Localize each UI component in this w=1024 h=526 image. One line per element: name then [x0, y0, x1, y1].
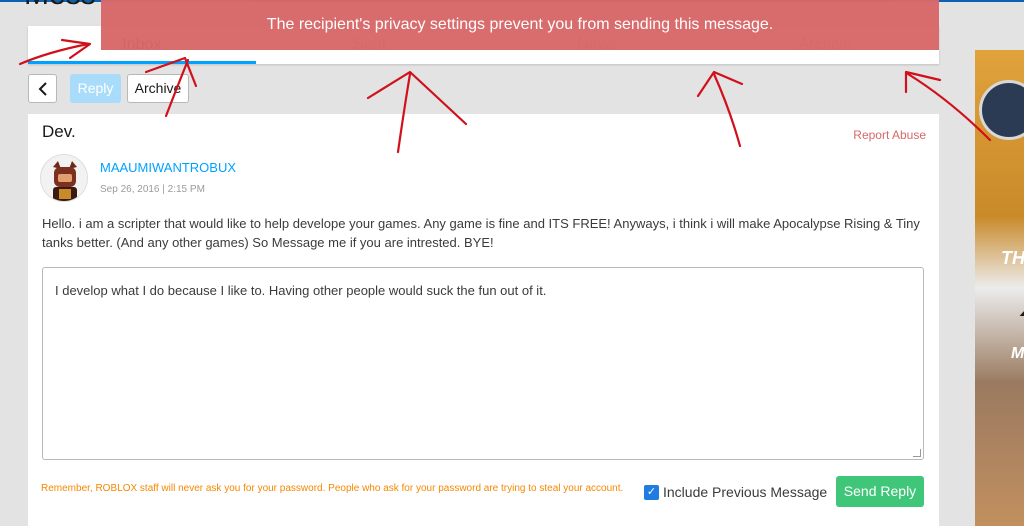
ad-text-1: TH [1001, 248, 1024, 268]
avatar-figure-icon [41, 155, 87, 201]
message-date: Sep 26, 2016 | 2:15 PM [100, 184, 205, 195]
reply-text: I develop what I do because I like to. H… [55, 283, 547, 298]
message-card: Dev. Report Abuse MAAUMIWANTROBUX Sep 26… [28, 114, 939, 526]
message-body: Hello. i am a scripter that would like t… [42, 216, 920, 250]
avatar[interactable] [40, 154, 88, 202]
privacy-error-banner: The recipient's privacy settings prevent… [101, 0, 939, 50]
back-button[interactable] [28, 74, 57, 103]
resize-handle[interactable] [913, 449, 921, 457]
include-previous-checkbox[interactable]: ✓ [644, 484, 659, 500]
include-previous-option[interactable]: ✓ Include Previous Message [644, 484, 827, 500]
report-abuse-link[interactable]: Report Abuse [853, 128, 926, 142]
page-title: Mess [24, 0, 96, 12]
ad-goggles-graphic [979, 80, 1024, 140]
message-subject: Dev. [42, 122, 76, 141]
include-previous-label: Include Previous Message [663, 484, 828, 500]
reply-textarea[interactable]: I develop what I do because I like to. H… [42, 267, 924, 460]
side-advertisement[interactable]: TH X M [975, 50, 1024, 526]
send-reply-button[interactable]: Send Reply [836, 476, 924, 507]
password-warning: Remember, ROBLOX staff will never ask yo… [41, 483, 624, 494]
archive-button[interactable]: Archive [127, 74, 189, 103]
sender-name-link[interactable]: MAAUMIWANTROBUX [100, 160, 236, 175]
ad-text-3: M [1011, 345, 1024, 362]
reply-button[interactable]: Reply [70, 74, 121, 103]
chevron-left-icon [38, 81, 47, 96]
